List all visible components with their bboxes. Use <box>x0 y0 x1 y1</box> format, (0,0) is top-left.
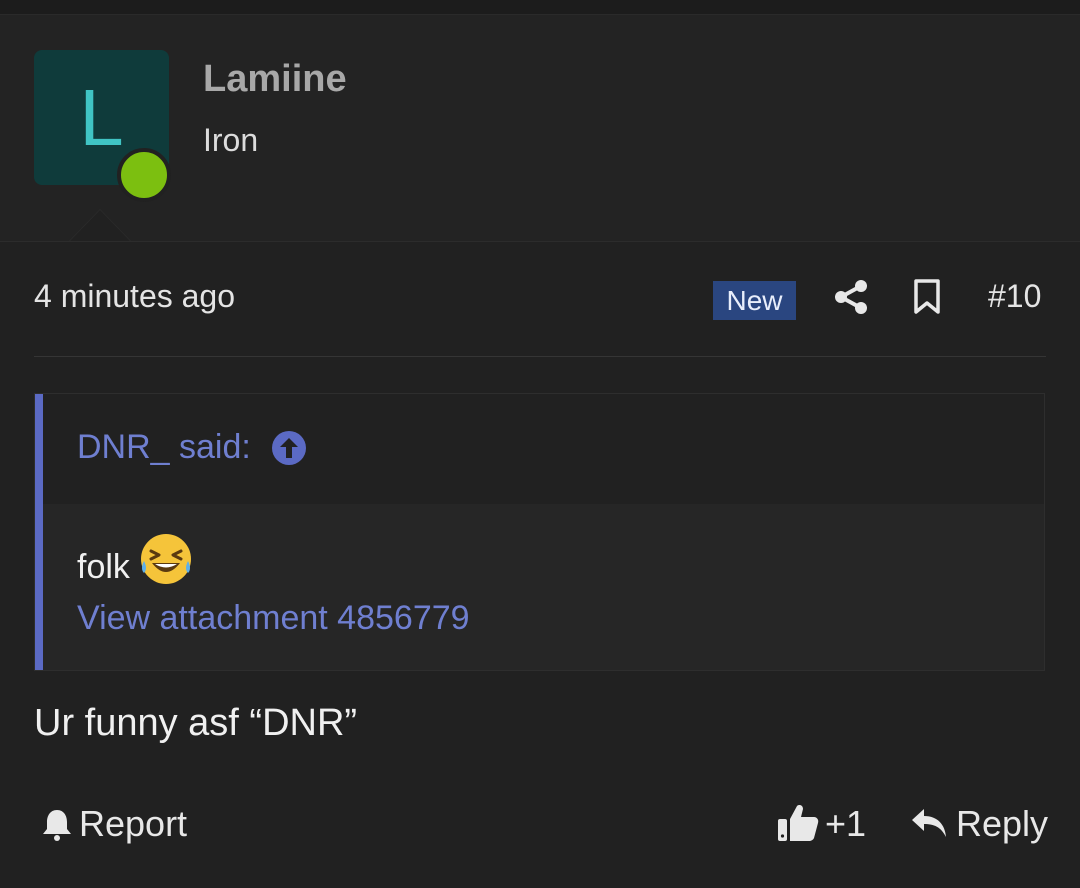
quote-author-link[interactable]: DNR_ said: <box>77 428 251 467</box>
quote-block: DNR_ said: folk View attachment 4856779 <box>34 393 1045 671</box>
thumbs-up-icon <box>778 805 819 841</box>
top-edge <box>0 0 1080 15</box>
like-count: +1 <box>825 803 867 844</box>
username[interactable]: Lamiine <box>203 58 347 101</box>
bookmark-icon[interactable] <box>913 279 941 315</box>
reply-label: Reply <box>956 803 1049 844</box>
header-pointer <box>70 210 130 241</box>
online-status-dot <box>117 148 171 202</box>
user-title: Iron <box>203 122 259 158</box>
arrow-up-circle-icon[interactable] <box>271 430 307 466</box>
quote-accent-bar <box>35 394 43 670</box>
bell-icon <box>43 810 71 841</box>
post-number-link[interactable]: #10 <box>988 278 1041 315</box>
share-icon[interactable] <box>833 279 869 315</box>
laughing-tears-emoji-icon <box>141 534 191 584</box>
reply-arrow-icon <box>912 809 946 837</box>
reply-button[interactable]: Reply <box>910 803 1050 844</box>
view-attachment-link[interactable]: View attachment 4856779 <box>77 599 470 638</box>
quote-body-text: folk <box>77 548 130 586</box>
report-label: Report <box>79 803 188 844</box>
post-timestamp[interactable]: 4 minutes ago <box>34 278 235 315</box>
divider <box>34 356 1046 357</box>
like-button[interactable]: +1 <box>777 803 877 844</box>
post-message: Ur funny asf “DNR” <box>34 702 358 744</box>
new-badge: New <box>713 281 796 320</box>
